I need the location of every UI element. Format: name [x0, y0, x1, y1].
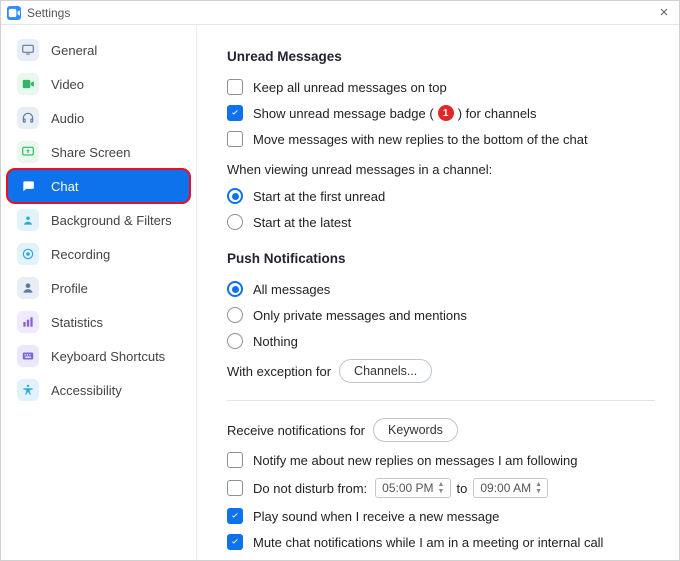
sidebar-item-label: General — [51, 43, 97, 58]
push-nothing-row[interactable]: Nothing — [227, 328, 655, 354]
push-all-radio[interactable] — [227, 281, 243, 297]
move-replies-bottom-row[interactable]: Move messages with new replies to the bo… — [227, 126, 655, 152]
sidebar-item-label: Profile — [51, 281, 88, 296]
keep-unread-on-top-label: Keep all unread messages on top — [253, 80, 655, 95]
dnd-row[interactable]: Do not disturb from: 05:00 PM ▲▼ to 09:0… — [227, 473, 655, 503]
push-all-label: All messages — [253, 282, 330, 297]
dnd-label: Do not disturb from: — [253, 481, 367, 496]
channels-button[interactable]: Channels... — [339, 359, 432, 383]
start-first-unread-label: Start at the first unread — [253, 189, 385, 204]
sidebar-item-profile[interactable]: Profile — [7, 271, 190, 305]
dnd-to-input[interactable]: 09:00 AM ▲▼ — [473, 478, 548, 498]
background-icon — [17, 209, 39, 231]
sidebar-item-chat[interactable]: Chat — [7, 169, 190, 203]
unread-count-badge: 1 — [438, 105, 454, 121]
show-unread-badge-label: Show unread message badge ( 1 ) for chan… — [253, 105, 655, 121]
mute-in-meeting-label: Mute chat notifications while I am in a … — [253, 535, 603, 550]
push-private-radio[interactable] — [227, 307, 243, 323]
push-nothing-radio[interactable] — [227, 333, 243, 349]
headphones-icon — [17, 107, 39, 129]
accessibility-icon — [17, 379, 39, 401]
move-replies-bottom-label: Move messages with new replies to the bo… — [253, 132, 655, 147]
sidebar-item-label: Chat — [51, 179, 78, 194]
sidebar-item-label: Statistics — [51, 315, 103, 330]
notify-follow-checkbox[interactable] — [227, 452, 243, 468]
push-nothing-label: Nothing — [253, 334, 298, 349]
receive-notifications-label: Receive notifications for — [227, 423, 365, 438]
push-all-row[interactable]: All messages — [227, 276, 655, 302]
keep-unread-on-top-row[interactable]: Keep all unread messages on top — [227, 74, 655, 100]
show-unread-badge-checkbox[interactable] — [227, 105, 243, 121]
sidebar-item-keyboard-shortcuts[interactable]: Keyboard Shortcuts — [7, 339, 190, 373]
exception-label: With exception for — [227, 364, 331, 379]
section-divider — [227, 400, 655, 401]
unread-messages-heading: Unread Messages — [227, 49, 655, 64]
stepper-icon[interactable]: ▲▼ — [535, 480, 545, 496]
start-latest-label: Start at the latest — [253, 215, 351, 230]
exception-row: With exception for Channels... — [227, 354, 655, 388]
sidebar-item-recording[interactable]: Recording — [7, 237, 190, 271]
window-title: Settings — [27, 6, 70, 20]
show-unread-badge-row[interactable]: Show unread message badge ( 1 ) for chan… — [227, 100, 655, 126]
profile-icon — [17, 277, 39, 299]
notify-follow-label: Notify me about new replies on messages … — [253, 453, 577, 468]
sidebar-item-label: Accessibility — [51, 383, 122, 398]
share-screen-icon — [17, 141, 39, 163]
sidebar-item-label: Keyboard Shortcuts — [51, 349, 165, 364]
chat-icon — [17, 175, 39, 197]
chat-settings-panel: Unread Messages Keep all unread messages… — [197, 25, 679, 560]
settings-window: Settings × General Video Audio Share Scr… — [0, 0, 680, 561]
sidebar-item-background-filters[interactable]: Background & Filters — [7, 203, 190, 237]
stepper-icon[interactable]: ▲▼ — [438, 480, 448, 496]
sidebar-item-statistics[interactable]: Statistics — [7, 305, 190, 339]
statistics-icon — [17, 311, 39, 333]
record-icon — [17, 243, 39, 265]
start-first-unread-row[interactable]: Start at the first unread — [227, 183, 655, 209]
receive-notifications-row: Receive notifications for Keywords — [227, 413, 655, 447]
play-sound-checkbox[interactable] — [227, 508, 243, 524]
dnd-from-input[interactable]: 05:00 PM ▲▼ — [375, 478, 450, 498]
sidebar-item-label: Video — [51, 77, 84, 92]
dnd-to-label: to — [457, 481, 468, 496]
start-latest-radio[interactable] — [227, 214, 243, 230]
sidebar-item-label: Background & Filters — [51, 213, 172, 228]
settings-sidebar: General Video Audio Share Screen Chat Ba… — [1, 25, 197, 560]
monitor-icon — [17, 39, 39, 61]
banner-dismissed-row[interactable]: Show notification banner on screen until… — [227, 555, 655, 560]
mute-in-meeting-row[interactable]: Mute chat notifications while I am in a … — [227, 529, 655, 555]
video-icon — [17, 73, 39, 95]
keep-unread-on-top-checkbox[interactable] — [227, 79, 243, 95]
close-button[interactable]: × — [655, 5, 673, 20]
play-sound-label: Play sound when I receive a new message — [253, 509, 499, 524]
sidebar-item-video[interactable]: Video — [7, 67, 190, 101]
push-private-row[interactable]: Only private messages and mentions — [227, 302, 655, 328]
keywords-button[interactable]: Keywords — [373, 418, 458, 442]
keyboard-icon — [17, 345, 39, 367]
start-latest-row[interactable]: Start at the latest — [227, 209, 655, 235]
sidebar-item-label: Recording — [51, 247, 110, 262]
sidebar-item-label: Audio — [51, 111, 84, 126]
sidebar-item-label: Share Screen — [51, 145, 131, 160]
mute-in-meeting-checkbox[interactable] — [227, 534, 243, 550]
sidebar-item-share-screen[interactable]: Share Screen — [7, 135, 190, 169]
start-first-unread-radio[interactable] — [227, 188, 243, 204]
push-notifications-heading: Push Notifications — [227, 251, 655, 266]
notify-follow-row[interactable]: Notify me about new replies on messages … — [227, 447, 655, 473]
move-replies-bottom-checkbox[interactable] — [227, 131, 243, 147]
sidebar-item-audio[interactable]: Audio — [7, 101, 190, 135]
push-private-label: Only private messages and mentions — [253, 308, 467, 323]
viewing-unread-label: When viewing unread messages in a channe… — [227, 162, 655, 177]
sidebar-item-general[interactable]: General — [7, 33, 190, 67]
sidebar-item-accessibility[interactable]: Accessibility — [7, 373, 190, 407]
dnd-checkbox[interactable] — [227, 480, 243, 496]
app-icon — [7, 6, 21, 20]
window-titlebar: Settings × — [1, 1, 679, 25]
play-sound-row[interactable]: Play sound when I receive a new message — [227, 503, 655, 529]
